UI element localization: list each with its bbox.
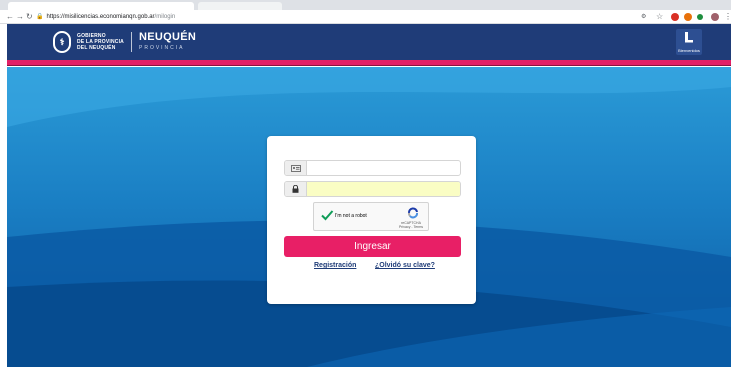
url-path: /milogin — [154, 14, 176, 20]
password-input[interactable] — [307, 182, 460, 196]
user-icon — [685, 32, 693, 43]
recaptcha-terms[interactable]: Privacy - Terms — [394, 225, 428, 229]
url-text: https://misilicencias.economianqn.gob.ar… — [46, 12, 175, 22]
browser-tab-active[interactable] — [8, 2, 194, 10]
secure-lock-icon[interactable]: 🔒 — [36, 12, 43, 22]
government-logo-text: GOBIERNO DE LA PROVINCIA DEL NEUQUÉN — [77, 33, 124, 51]
brand-subtitle: PROVINCIA — [139, 45, 185, 51]
browser-tabstrip — [0, 0, 731, 10]
register-link[interactable]: Registración — [314, 262, 356, 270]
browser-toolbar: ← → ↻ 🔒 https://misilicencias.economianq… — [0, 10, 731, 24]
username-field — [284, 160, 461, 176]
menu-kebab-icon[interactable]: ⋮ — [724, 11, 731, 23]
address-bar[interactable]: 🔒 https://misilicencias.economianqn.gob.… — [36, 12, 634, 22]
coat-of-arms-icon: ⚕ — [53, 31, 71, 53]
url-host: https://misilicencias.economianqn.gob.ar — [46, 14, 155, 20]
recaptcha-brand: reCAPTCHA Privacy - Terms — [394, 221, 428, 229]
login-submit-button[interactable]: Ingresar — [284, 236, 461, 257]
forgot-password-link[interactable]: ¿Olvidó su clave? — [375, 262, 435, 270]
login-card: I'm not a robot reCAPTCHA Privacy - Term… — [267, 136, 476, 304]
header-accent-bar — [7, 60, 731, 66]
recaptcha-checkmark-icon[interactable] — [320, 208, 334, 222]
user-menu[interactable]: Bienvenidos — [676, 29, 702, 55]
key-icon[interactable]: ⚙ — [641, 11, 646, 23]
brand-name: NEUQUÉN — [139, 31, 197, 43]
extension-icon[interactable] — [697, 14, 703, 20]
recaptcha-widget: I'm not a robot reCAPTCHA Privacy - Term… — [313, 202, 429, 231]
header-divider — [131, 32, 132, 52]
reload-icon[interactable]: ↻ — [26, 11, 33, 23]
recaptcha-logo-icon — [407, 207, 418, 219]
lock-icon — [285, 182, 307, 196]
extension-icon[interactable] — [671, 13, 679, 21]
password-field — [284, 181, 461, 197]
extension-icon[interactable] — [684, 13, 692, 21]
back-icon[interactable]: ← — [6, 11, 14, 23]
browser-tab[interactable] — [198, 2, 282, 10]
username-input[interactable] — [307, 161, 460, 175]
recaptcha-label: I'm not a robot — [335, 213, 367, 219]
user-label: Bienvenidos — [678, 48, 700, 53]
gov-line-3: DEL NEUQUÉN — [77, 45, 116, 51]
site-header: ⚕ GOBIERNO DE LA PROVINCIA DEL NEUQUÉN N… — [7, 24, 731, 60]
bookmark-star-icon[interactable]: ☆ — [656, 11, 663, 23]
forward-icon[interactable]: → — [16, 11, 24, 23]
profile-avatar-icon[interactable] — [711, 13, 719, 21]
id-card-icon — [285, 161, 307, 175]
